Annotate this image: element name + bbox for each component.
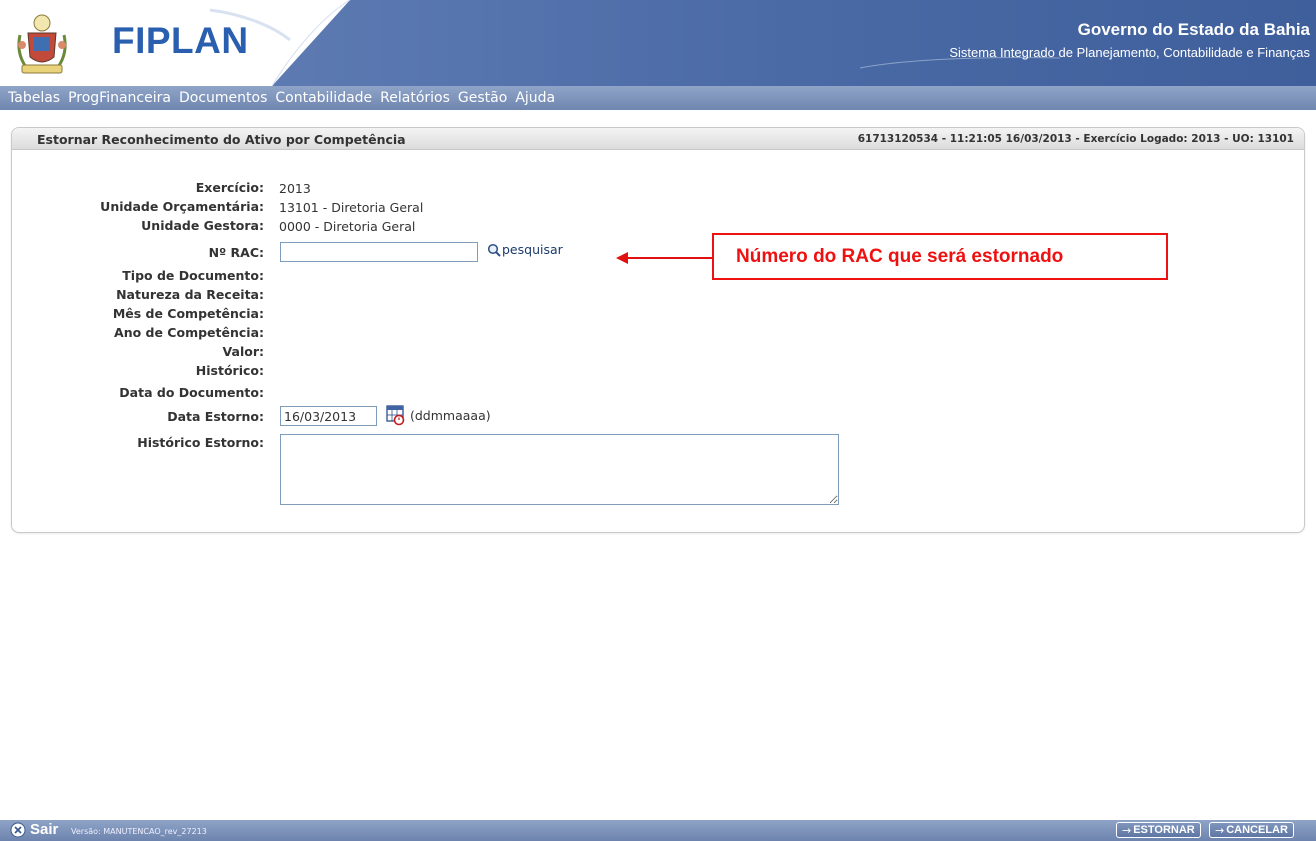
- historico-label: Histórico:: [195, 363, 264, 378]
- tipo-documento-label: Tipo de Documento:: [122, 268, 264, 283]
- main-menu-bar: Tabelas ProgFinanceira Documentos Contab…: [0, 86, 1316, 110]
- page-title: Estornar Reconhecimento do Ativo por Com…: [37, 132, 406, 147]
- rac-input[interactable]: [280, 242, 478, 262]
- data-documento-label: Data do Documento:: [119, 385, 264, 400]
- rac-label: Nº RAC:: [208, 245, 264, 260]
- valor-label: Valor:: [222, 344, 264, 359]
- coat-of-arms-icon: [17, 14, 67, 74]
- data-estorno-label: Data Estorno:: [167, 409, 264, 424]
- menu-item-gestao[interactable]: Gestão: [458, 90, 507, 106]
- magnifier-icon: [487, 243, 501, 257]
- arrow-right-icon: →: [1122, 823, 1132, 837]
- menu-item-contabilidade[interactable]: Contabilidade: [275, 90, 372, 106]
- unidade-gestora-label: Unidade Gestora:: [141, 218, 264, 233]
- annotation-text: Número do RAC que será estornado: [736, 245, 1064, 267]
- exit-label: Sair: [30, 821, 59, 838]
- search-label: pesquisar: [502, 242, 563, 257]
- estornar-label: ESTORNAR: [1133, 824, 1195, 836]
- historico-estorno-label: Histórico Estorno:: [137, 435, 264, 450]
- menu-item-relatorios[interactable]: Relatórios: [380, 90, 450, 106]
- search-button[interactable]: pesquisar: [487, 242, 563, 257]
- system-subtitle: Sistema Integrado de Planejamento, Conta…: [949, 45, 1310, 60]
- session-info: 61713120534 - 11:21:05 16/03/2013 - Exer…: [857, 133, 1294, 145]
- date-format-hint: (ddmmaaaa): [410, 408, 491, 423]
- footer-bar: Sair Versão: MANUTENCAO_rev_27213 → ESTO…: [0, 820, 1316, 841]
- annotation-callout: Número do RAC que será estornado: [712, 233, 1168, 280]
- exercicio-label: Exercício:: [195, 180, 264, 195]
- arrow-right-icon: →: [1215, 823, 1225, 837]
- panel-header: Estornar Reconhecimento do Ativo por Com…: [12, 128, 1304, 150]
- menu-item-progfinanceira[interactable]: ProgFinanceira: [68, 90, 171, 106]
- unidade-orcamentaria-label: Unidade Orçamentária:: [100, 199, 264, 214]
- calendar-icon[interactable]: [386, 404, 406, 426]
- estornar-button[interactable]: → ESTORNAR: [1116, 822, 1201, 838]
- unidade-gestora-value: 0000 - Diretoria Geral: [279, 219, 416, 234]
- cancelar-label: CANCELAR: [1226, 824, 1288, 836]
- menu-item-ajuda[interactable]: Ajuda: [515, 90, 555, 106]
- annotation-arrow-icon: [616, 252, 714, 264]
- close-circle-icon: [10, 822, 26, 837]
- historico-estorno-textarea[interactable]: [280, 434, 839, 505]
- mes-competencia-label: Mês de Competência:: [112, 306, 264, 321]
- cancelar-button[interactable]: → CANCELAR: [1209, 822, 1294, 838]
- exercicio-value: 2013: [279, 181, 311, 196]
- exit-button[interactable]: Sair: [10, 821, 58, 838]
- version-label: Versão: MANUTENCAO_rev_27213: [71, 827, 207, 836]
- government-title: Governo do Estado da Bahia: [1077, 20, 1310, 39]
- data-estorno-input[interactable]: [280, 406, 377, 426]
- ano-competencia-label: Ano de Competência:: [114, 325, 264, 340]
- menu-item-tabelas[interactable]: Tabelas: [8, 90, 60, 106]
- fiplan-logo: FIPLAN: [112, 20, 249, 61]
- natureza-receita-label: Natureza da Receita:: [116, 287, 264, 302]
- unidade-orcamentaria-value: 13101 - Diretoria Geral: [279, 200, 424, 215]
- menu-item-documentos[interactable]: Documentos: [179, 90, 267, 106]
- header: FIPLAN Governo do Estado da Bahia Sistem…: [0, 0, 1316, 86]
